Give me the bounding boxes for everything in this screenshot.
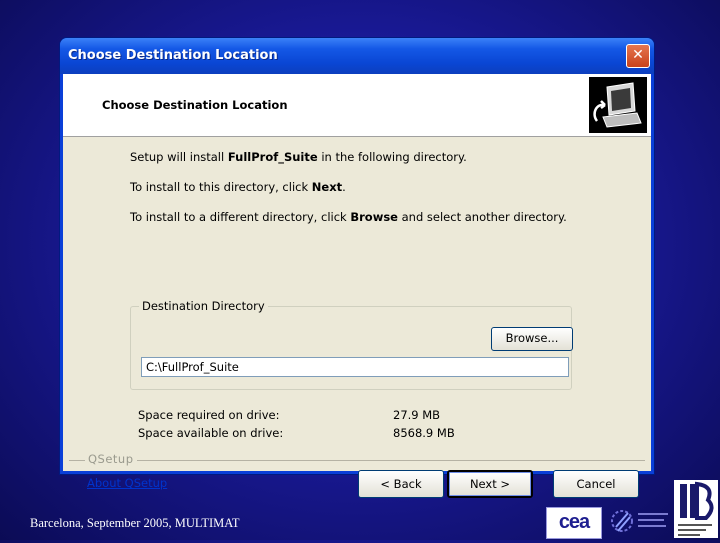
- destination-path-field[interactable]: [141, 357, 569, 377]
- info-text: To install to this directory, click: [130, 180, 312, 194]
- info-text: To install to a different directory, cli…: [130, 210, 351, 224]
- window-title: Choose Destination Location: [68, 48, 278, 63]
- group-label: Destination Directory: [139, 299, 268, 313]
- page-title: Choose Destination Location: [102, 98, 288, 112]
- info-line-1: Setup will install FullProf_Suite in the…: [130, 150, 467, 164]
- destination-directory-group: Destination Directory Browse...: [130, 299, 573, 390]
- space-available-value: 8568.9 MB: [393, 426, 455, 440]
- info-text: .: [342, 180, 346, 194]
- dialog-client-area: Choose Destination Location Setup will i…: [63, 74, 651, 498]
- cancel-button[interactable]: Cancel: [553, 470, 639, 498]
- info-line-2: To install to this directory, click Next…: [130, 180, 346, 194]
- info-text: in the following directory.: [317, 150, 467, 164]
- setup-dialog: Choose Destination Location ✕ Choose Des…: [60, 38, 654, 498]
- space-available-label: Space available on drive:: [138, 426, 284, 440]
- info-text: Setup will install: [130, 150, 228, 164]
- qsetup-brand: QSetup: [85, 452, 137, 466]
- about-qsetup-link[interactable]: About QSetup: [87, 476, 167, 490]
- llb-logo: [674, 480, 718, 538]
- browse-button[interactable]: Browse...: [491, 327, 573, 351]
- back-button[interactable]: < Back: [358, 470, 444, 498]
- next-button[interactable]: Next >: [447, 470, 533, 498]
- next-keyword: Next: [311, 180, 343, 194]
- close-button[interactable]: ✕: [626, 44, 650, 68]
- computer-install-icon: [589, 77, 647, 133]
- cea-logo-text: cea: [558, 511, 590, 533]
- space-required-label: Space required on drive:: [138, 408, 280, 422]
- header-panel: Choose Destination Location: [63, 74, 651, 137]
- slide-footer-text: Barcelona, September 2005, MULTIMAT: [30, 516, 240, 530]
- browse-keyword: Browse: [350, 210, 398, 224]
- info-text: and select another directory.: [397, 210, 567, 224]
- footer-divider: [69, 460, 645, 461]
- cea-logo: cea: [546, 507, 602, 539]
- cnrs-logo: [608, 505, 672, 539]
- info-line-3: To install to a different directory, cli…: [130, 210, 567, 224]
- close-icon: ✕: [632, 47, 644, 63]
- product-name: FullProf_Suite: [227, 150, 318, 164]
- title-bar[interactable]: Choose Destination Location ✕: [60, 38, 654, 74]
- space-required-value: 27.9 MB: [393, 408, 441, 422]
